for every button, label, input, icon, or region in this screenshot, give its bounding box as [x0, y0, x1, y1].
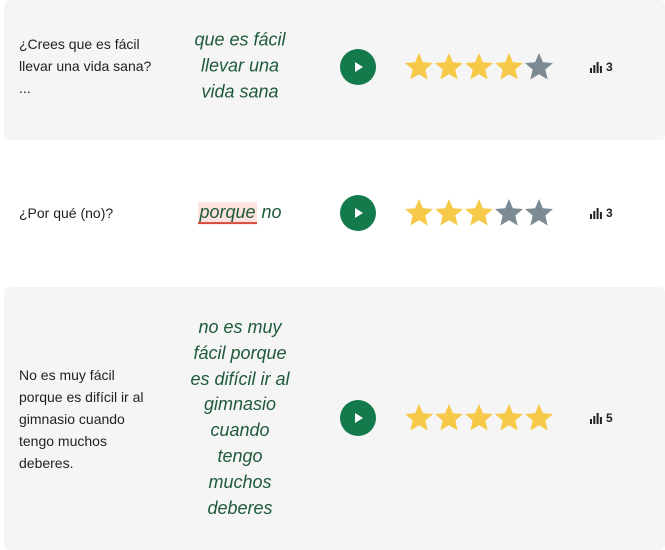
- star-rating[interactable]: [404, 402, 554, 434]
- answer-text: no es muy fácil porque es difícil ir al …: [180, 315, 300, 521]
- response-row: ¿Por qué (no)? porque no 3: [4, 140, 665, 287]
- star-filled-icon[interactable]: [404, 51, 434, 83]
- answer-line: fácil porque: [193, 342, 287, 363]
- count-value: 3: [606, 206, 613, 220]
- play-icon: [355, 208, 363, 218]
- question-text: No es muy fácil porque es difícil ir al …: [19, 367, 144, 471]
- answer-line: es difícil ir al: [190, 368, 290, 389]
- star-filled-icon[interactable]: [434, 197, 464, 229]
- answer-line: muchos: [208, 471, 272, 492]
- answer-line: llevar una: [200, 55, 280, 76]
- response-row: ¿Crees que es fácil llevar una vida sana…: [4, 0, 665, 140]
- star-filled-icon[interactable]: [494, 51, 524, 83]
- star-rating[interactable]: [404, 51, 554, 83]
- highlighted-word: porque: [198, 202, 257, 225]
- answer-word: no: [261, 202, 282, 223]
- play-button[interactable]: [340, 400, 376, 436]
- answer-text: porque no: [180, 200, 300, 226]
- bar-chart-icon: [590, 412, 602, 424]
- star-filled-icon[interactable]: [434, 51, 464, 83]
- attempt-count: 3: [590, 206, 613, 220]
- attempt-count: 5: [590, 411, 613, 425]
- play-icon: [355, 413, 363, 423]
- response-row: No es muy fácil porque es difícil ir al …: [4, 287, 665, 550]
- star-empty-icon[interactable]: [494, 197, 524, 229]
- question-text: ¿Por qué (no)?: [19, 205, 114, 221]
- answer-line: cuando: [210, 420, 270, 440]
- play-button[interactable]: [340, 195, 376, 231]
- play-button[interactable]: [340, 49, 376, 85]
- star-filled-icon[interactable]: [464, 51, 494, 83]
- star-empty-icon[interactable]: [524, 197, 554, 229]
- star-filled-icon[interactable]: [494, 402, 524, 434]
- play-icon: [355, 62, 363, 72]
- star-filled-icon[interactable]: [524, 402, 554, 434]
- star-filled-icon[interactable]: [464, 402, 494, 434]
- answer-line: vida sana: [201, 80, 279, 101]
- bar-chart-icon: [590, 61, 602, 73]
- bar-chart-icon: [590, 207, 602, 219]
- answer-line: gimnasio: [203, 394, 277, 415]
- star-rating[interactable]: [404, 197, 554, 229]
- star-empty-icon[interactable]: [524, 51, 554, 83]
- question-text: ¿Crees que es fácil llevar una vida sana…: [19, 36, 152, 96]
- count-value: 3: [606, 60, 613, 74]
- answer-line: que es fácil: [194, 29, 286, 50]
- attempt-count: 3: [590, 60, 613, 74]
- answer-line: no es muy: [198, 316, 282, 337]
- count-value: 5: [606, 411, 613, 425]
- answer-line: deberes: [207, 497, 273, 518]
- answer-line: tengo: [217, 445, 263, 466]
- response-list: ¿Crees que es fácil llevar una vida sana…: [0, 0, 665, 550]
- star-filled-icon[interactable]: [404, 197, 434, 229]
- answer-text: que es fácil llevar una vida sana: [180, 27, 300, 104]
- star-filled-icon[interactable]: [434, 402, 464, 434]
- star-filled-icon[interactable]: [464, 197, 494, 229]
- star-filled-icon[interactable]: [404, 402, 434, 434]
